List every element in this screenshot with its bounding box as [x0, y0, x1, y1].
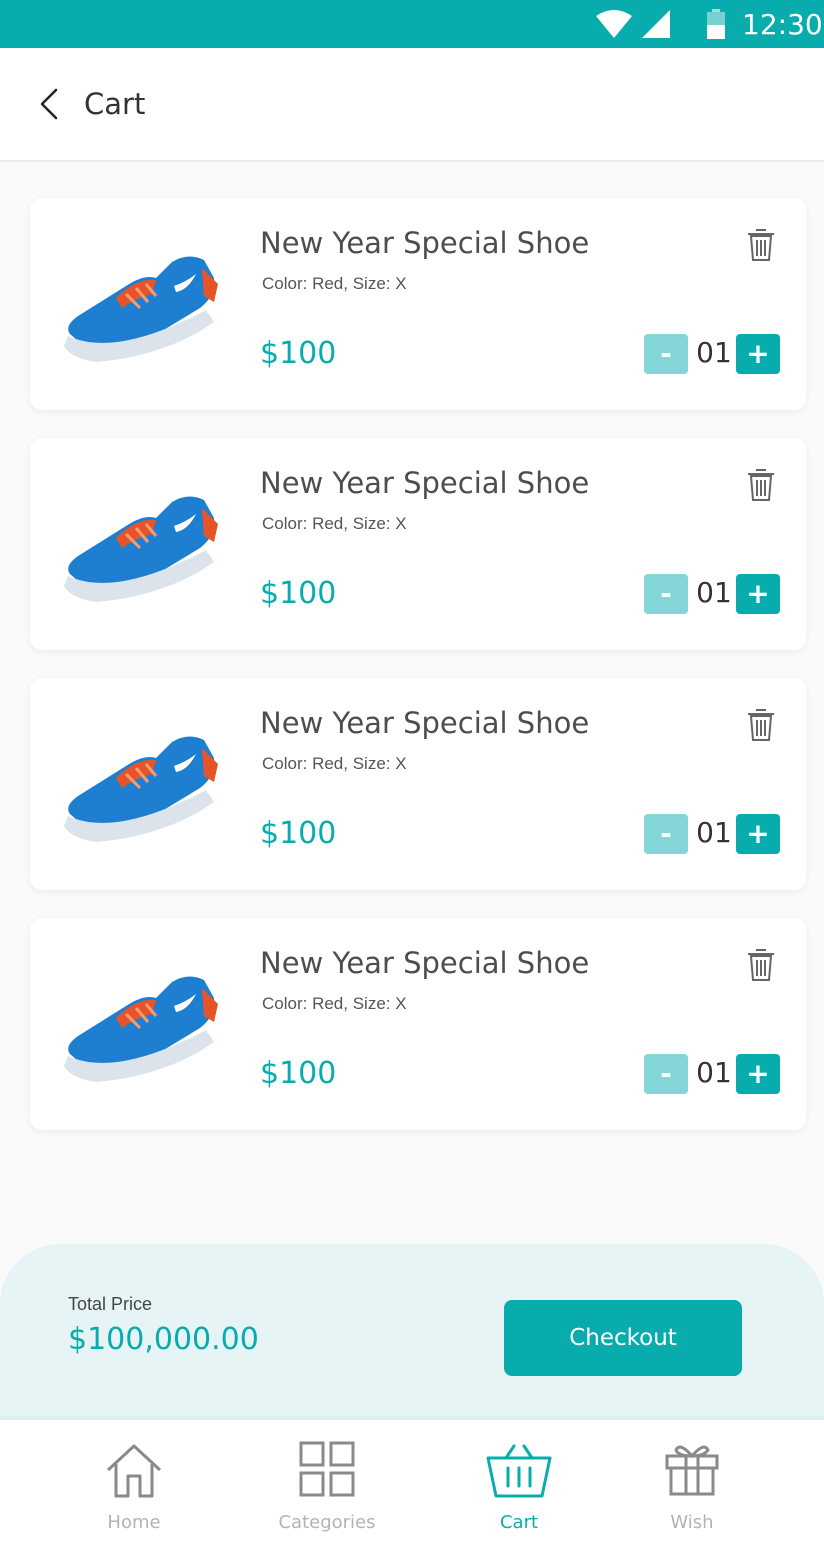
- home-icon: [106, 1444, 162, 1498]
- nav-label-wish: Wish: [670, 1512, 714, 1533]
- product-image: [64, 496, 218, 602]
- product-variant: Color: Red, Size: X: [262, 274, 407, 293]
- trash-icon[interactable]: [744, 226, 778, 264]
- product-name: New Year Special Shoe: [260, 466, 590, 500]
- quantity-decrease-button[interactable]: -: [644, 1054, 688, 1094]
- product-price: $100: [260, 336, 337, 371]
- quantity-increase-button[interactable]: +: [736, 334, 780, 374]
- nav-label-cart: Cart: [499, 1512, 539, 1533]
- product-image: [64, 256, 218, 362]
- checkout-button[interactable]: Checkout: [504, 1300, 742, 1376]
- total-price-value: $100,000.00: [68, 1322, 259, 1357]
- quantity-decrease-button[interactable]: -: [644, 814, 688, 854]
- quantity-increase-button[interactable]: +: [736, 574, 780, 614]
- status-time: 12:30: [742, 8, 823, 41]
- cart-list: New Year Special Shoe Color: Red, Size: …: [30, 198, 806, 1158]
- nav-label-home: Home: [107, 1512, 161, 1533]
- cart-item: New Year Special Shoe Color: Red, Size: …: [30, 678, 806, 890]
- page-title: Cart: [84, 87, 146, 121]
- basket-icon: [486, 1444, 552, 1498]
- product-name: New Year Special Shoe: [260, 706, 590, 740]
- product-variant: Color: Red, Size: X: [262, 754, 407, 773]
- summary-panel: Total Price $100,000.00 Checkout: [0, 1244, 824, 1434]
- product-price: $100: [260, 1056, 337, 1091]
- quantity-value: 01: [696, 576, 732, 609]
- app-header: Cart: [0, 48, 824, 162]
- product-variant: Color: Red, Size: X: [262, 514, 407, 533]
- gift-icon: [665, 1445, 719, 1496]
- quantity-value: 01: [696, 816, 732, 849]
- quantity-increase-button[interactable]: +: [736, 814, 780, 854]
- nav-item-home[interactable]: Home: [44, 1420, 224, 1556]
- quantity-decrease-button[interactable]: -: [644, 334, 688, 374]
- product-price: $100: [260, 576, 337, 611]
- back-arrow-icon[interactable]: [32, 84, 68, 124]
- product-image: [64, 976, 218, 1082]
- nav-label-categories: Categories: [278, 1512, 376, 1533]
- quantity-value: 01: [696, 336, 732, 369]
- quantity-value: 01: [696, 1056, 732, 1089]
- quantity-decrease-button[interactable]: -: [644, 574, 688, 614]
- product-name: New Year Special Shoe: [260, 946, 590, 980]
- product-image: [64, 736, 218, 842]
- wifi-icon: [596, 10, 632, 38]
- total-price-label: Total Price: [68, 1294, 153, 1314]
- trash-icon[interactable]: [744, 706, 778, 744]
- cart-item: New Year Special Shoe Color: Red, Size: …: [30, 918, 806, 1130]
- bottom-nav: Home Categories Cart Wish: [0, 1420, 824, 1556]
- quantity-increase-button[interactable]: +: [736, 1054, 780, 1094]
- grid-icon: [299, 1441, 355, 1497]
- cart-item: New Year Special Shoe Color: Red, Size: …: [30, 438, 806, 650]
- trash-icon[interactable]: [744, 466, 778, 504]
- product-variant: Color: Red, Size: X: [262, 994, 407, 1013]
- nav-item-categories[interactable]: Categories: [237, 1420, 417, 1556]
- status-bar: 12:30: [0, 0, 824, 48]
- product-price: $100: [260, 816, 337, 851]
- trash-icon[interactable]: [744, 946, 778, 984]
- nav-item-wish[interactable]: Wish: [602, 1420, 782, 1556]
- nav-item-cart[interactable]: Cart: [429, 1420, 609, 1556]
- battery-icon: [707, 9, 725, 39]
- signal-icon: [642, 10, 670, 38]
- product-name: New Year Special Shoe: [260, 226, 590, 260]
- cart-item: New Year Special Shoe Color: Red, Size: …: [30, 198, 806, 410]
